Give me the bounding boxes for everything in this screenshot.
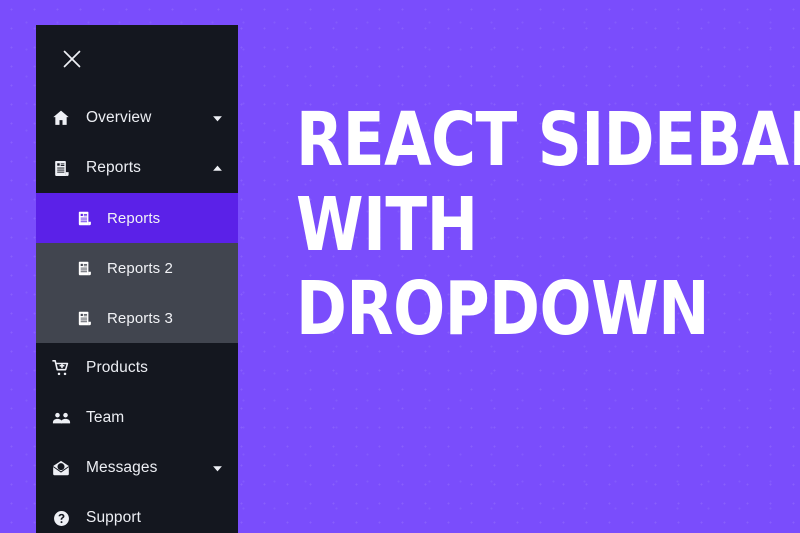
sidebar-item-label: Products <box>86 359 148 376</box>
sidebar-item-reports[interactable]: Reports <box>36 143 238 193</box>
sidebar-subitem-label: Reports 3 <box>107 309 173 327</box>
sidebar-item-messages[interactable]: Messages <box>36 443 238 493</box>
chevron-down-icon[interactable] <box>210 461 224 475</box>
hero-line-2: With <box>296 181 478 268</box>
sidebar-submenu-reports: Reports Reports 2 Reports 3 <box>36 193 238 343</box>
hero-heading: React Sidebar With Dropdown <box>296 97 800 353</box>
sidebar-item-label: Reports <box>86 159 141 176</box>
page-root: React Sidebar With Dropdown Overvie <box>0 0 800 533</box>
document-list-icon <box>50 157 72 179</box>
hero-line-3: Dropdown <box>296 266 710 353</box>
chevron-up-icon[interactable] <box>210 161 224 175</box>
document-list-icon <box>74 308 94 328</box>
sidebar-subitem-label: Reports <box>107 209 161 227</box>
chevron-down-icon[interactable] <box>210 111 224 125</box>
sidebar-subitem-reports[interactable]: Reports <box>36 193 238 243</box>
sidebar-item-label: Team <box>86 409 125 426</box>
close-icon[interactable] <box>60 47 84 71</box>
document-list-icon <box>74 258 94 278</box>
inbox-mail-icon <box>50 457 72 479</box>
home-icon <box>50 107 72 129</box>
hero-line-1: React Sidebar <box>296 97 800 183</box>
sidebar-header <box>36 25 238 93</box>
sidebar-menu: Overview Reports Reports Reports 2 Repor… <box>36 93 238 533</box>
document-list-icon <box>74 208 94 228</box>
sidebar-item-overview[interactable]: Overview <box>36 93 238 143</box>
sidebar-item-label: Support <box>86 509 141 526</box>
help-circle-icon <box>50 507 72 529</box>
sidebar-subitem-label: Reports 2 <box>107 259 173 277</box>
sidebar-subitem-reports-3[interactable]: Reports 3 <box>36 293 238 343</box>
sidebar-item-team[interactable]: Team <box>36 393 238 443</box>
sidebar-item-products[interactable]: Products <box>36 343 238 393</box>
sidebar-item-support[interactable]: Support <box>36 493 238 533</box>
sidebar-item-label: Overview <box>86 109 152 126</box>
sidebar-item-label: Messages <box>86 459 158 476</box>
shopping-cart-icon <box>50 357 72 379</box>
sidebar: Overview Reports Reports Reports 2 Repor… <box>36 25 238 533</box>
people-icon <box>50 407 72 429</box>
sidebar-subitem-reports-2[interactable]: Reports 2 <box>36 243 238 293</box>
